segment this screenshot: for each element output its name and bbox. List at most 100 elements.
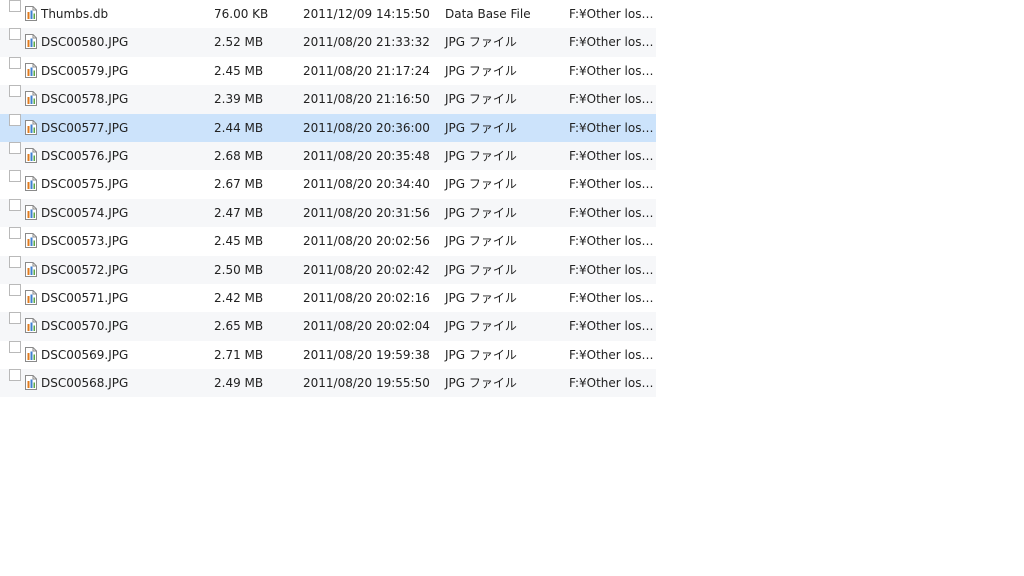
file-path: F:¥Other los… <box>569 63 654 78</box>
file-date: 2011/08/20 21:17:24 <box>303 63 430 78</box>
file-name: DSC00574.JPG <box>41 205 129 220</box>
file-date: 2011/08/20 21:16:50 <box>303 92 430 107</box>
file-checkbox[interactable] <box>9 369 21 382</box>
file-size: 2.65 MB <box>214 319 264 334</box>
file-size: 2.42 MB <box>214 290 264 305</box>
file-path: F:¥Other los… <box>569 319 654 334</box>
file-name: DSC00568.JPG <box>41 376 129 391</box>
file-size: 2.45 MB <box>214 234 264 249</box>
file-checkbox[interactable] <box>9 0 21 12</box>
file-size: 2.52 MB <box>214 35 264 50</box>
file-date: 2011/08/20 19:55:50 <box>303 376 430 391</box>
file-row[interactable]: DSC00571.JPG 2.42 MB 2011/08/20 20:02:16… <box>0 283 656 312</box>
file-date: 2011/08/20 20:35:48 <box>303 148 430 163</box>
file-type: JPG ファイル <box>445 148 517 163</box>
file-date: 2011/08/20 20:34:40 <box>303 177 430 192</box>
file-size: 2.44 MB <box>214 120 264 135</box>
file-size: 2.47 MB <box>214 205 264 220</box>
file-type: JPG ファイル <box>445 63 517 78</box>
file-type: Data Base File <box>445 7 531 21</box>
file-checkbox[interactable] <box>9 113 21 126</box>
file-size: 2.68 MB <box>214 148 264 163</box>
file-icon <box>25 204 37 220</box>
file-row[interactable]: DSC00572.JPG 2.50 MB 2011/08/20 20:02:42… <box>0 255 656 284</box>
file-name: DSC00573.JPG <box>41 234 129 249</box>
file-checkbox[interactable] <box>9 198 21 211</box>
file-checkbox[interactable] <box>9 28 21 41</box>
file-date: 2011/12/09 14:15:50 <box>303 7 430 21</box>
file-path: F:¥Other los… <box>569 35 654 50</box>
file-size: 2.45 MB <box>214 63 264 78</box>
file-type: JPG ファイル <box>445 376 517 391</box>
file-checkbox[interactable] <box>9 170 21 183</box>
file-name: DSC00572.JPG <box>41 262 129 277</box>
file-path: F:¥Other los… <box>569 290 654 305</box>
file-type: JPG ファイル <box>445 347 517 362</box>
file-path: F:¥Other los… <box>569 120 654 135</box>
file-type: JPG ファイル <box>445 92 517 107</box>
file-icon <box>25 375 37 391</box>
file-row[interactable]: DSC00574.JPG 2.47 MB 2011/08/20 20:31:56… <box>0 198 656 228</box>
file-date: 2011/08/20 19:59:38 <box>303 347 430 362</box>
file-checkbox[interactable] <box>9 141 21 154</box>
file-checkbox[interactable] <box>9 85 21 98</box>
file-type: JPG ファイル <box>445 35 517 50</box>
file-name: Thumbs.db <box>41 7 109 21</box>
file-path: F:¥Other los… <box>569 347 654 362</box>
file-type: JPG ファイル <box>445 177 517 192</box>
file-path: F:¥Other los… <box>569 234 654 249</box>
file-name: DSC00575.JPG <box>41 177 129 192</box>
file-icon <box>25 318 37 334</box>
file-icon <box>25 261 37 277</box>
file-row[interactable]: DSC00569.JPG 2.71 MB 2011/08/20 19:59:38… <box>0 340 656 369</box>
file-name: DSC00579.JPG <box>41 63 129 78</box>
file-date: 2011/08/20 20:36:00 <box>303 120 430 135</box>
file-path: F:¥Other los… <box>569 7 654 21</box>
file-path: F:¥Other los… <box>569 177 654 192</box>
file-path: F:¥Other los… <box>569 205 654 220</box>
file-icon <box>25 119 37 135</box>
file-date: 2011/08/20 20:02:56 <box>303 234 430 249</box>
file-icon <box>25 346 37 362</box>
file-checkbox[interactable] <box>9 283 21 296</box>
file-date: 2011/08/20 20:02:04 <box>303 319 430 334</box>
file-date: 2011/08/20 21:33:32 <box>303 35 430 50</box>
file-type: JPG ファイル <box>445 234 517 249</box>
file-icon <box>25 91 37 107</box>
file-size: 2.49 MB <box>214 376 264 391</box>
file-row[interactable]: Thumbs.db 76.00 KB 2011/12/09 14:15:50 D… <box>0 0 656 28</box>
file-name: DSC00578.JPG <box>41 92 129 107</box>
file-icon <box>25 147 37 163</box>
file-date: 2011/08/20 20:02:42 <box>303 262 430 277</box>
file-row[interactable]: DSC00570.JPG 2.65 MB 2011/08/20 20:02:04… <box>0 312 656 341</box>
file-icon <box>25 6 37 21</box>
file-checkbox[interactable] <box>9 255 21 268</box>
file-checkbox[interactable] <box>9 312 21 325</box>
file-name: DSC00576.JPG <box>41 148 129 163</box>
file-type: JPG ファイル <box>445 290 517 305</box>
file-row[interactable]: DSC00579.JPG 2.45 MB 2011/08/20 21:17:24… <box>0 56 656 85</box>
file-type: JPG ファイル <box>445 262 517 277</box>
file-type: JPG ファイル <box>445 319 517 334</box>
file-row[interactable]: DSC00578.JPG 2.39 MB 2011/08/20 21:16:50… <box>0 85 656 114</box>
file-name: DSC00570.JPG <box>41 319 129 334</box>
file-icon <box>25 289 37 305</box>
file-icon <box>25 34 37 50</box>
file-name: DSC00571.JPG <box>41 290 129 305</box>
file-row[interactable]: DSC00576.JPG 2.68 MB 2011/08/20 20:35:48… <box>0 141 656 171</box>
file-path: F:¥Other los… <box>569 92 654 107</box>
file-row[interactable]: DSC00580.JPG 2.52 MB 2011/08/20 21:33:32… <box>0 28 656 57</box>
file-row[interactable]: DSC00577.JPG 2.44 MB 2011/08/20 20:36:00… <box>0 113 656 142</box>
file-path: F:¥Other los… <box>569 262 654 277</box>
file-size: 2.67 MB <box>214 177 264 192</box>
file-size: 76.00 KB <box>214 7 269 21</box>
file-checkbox[interactable] <box>9 56 21 69</box>
file-row[interactable]: DSC00568.JPG 2.49 MB 2011/08/20 19:55:50… <box>0 369 656 398</box>
file-checkbox[interactable] <box>9 227 21 240</box>
file-date: 2011/08/20 20:02:16 <box>303 290 430 305</box>
file-row[interactable]: DSC00573.JPG 2.45 MB 2011/08/20 20:02:56… <box>0 227 656 255</box>
file-name: DSC00569.JPG <box>41 347 129 362</box>
file-row[interactable]: DSC00575.JPG 2.67 MB 2011/08/20 20:34:40… <box>0 170 656 198</box>
file-checkbox[interactable] <box>9 340 21 353</box>
file-icon <box>25 176 37 192</box>
